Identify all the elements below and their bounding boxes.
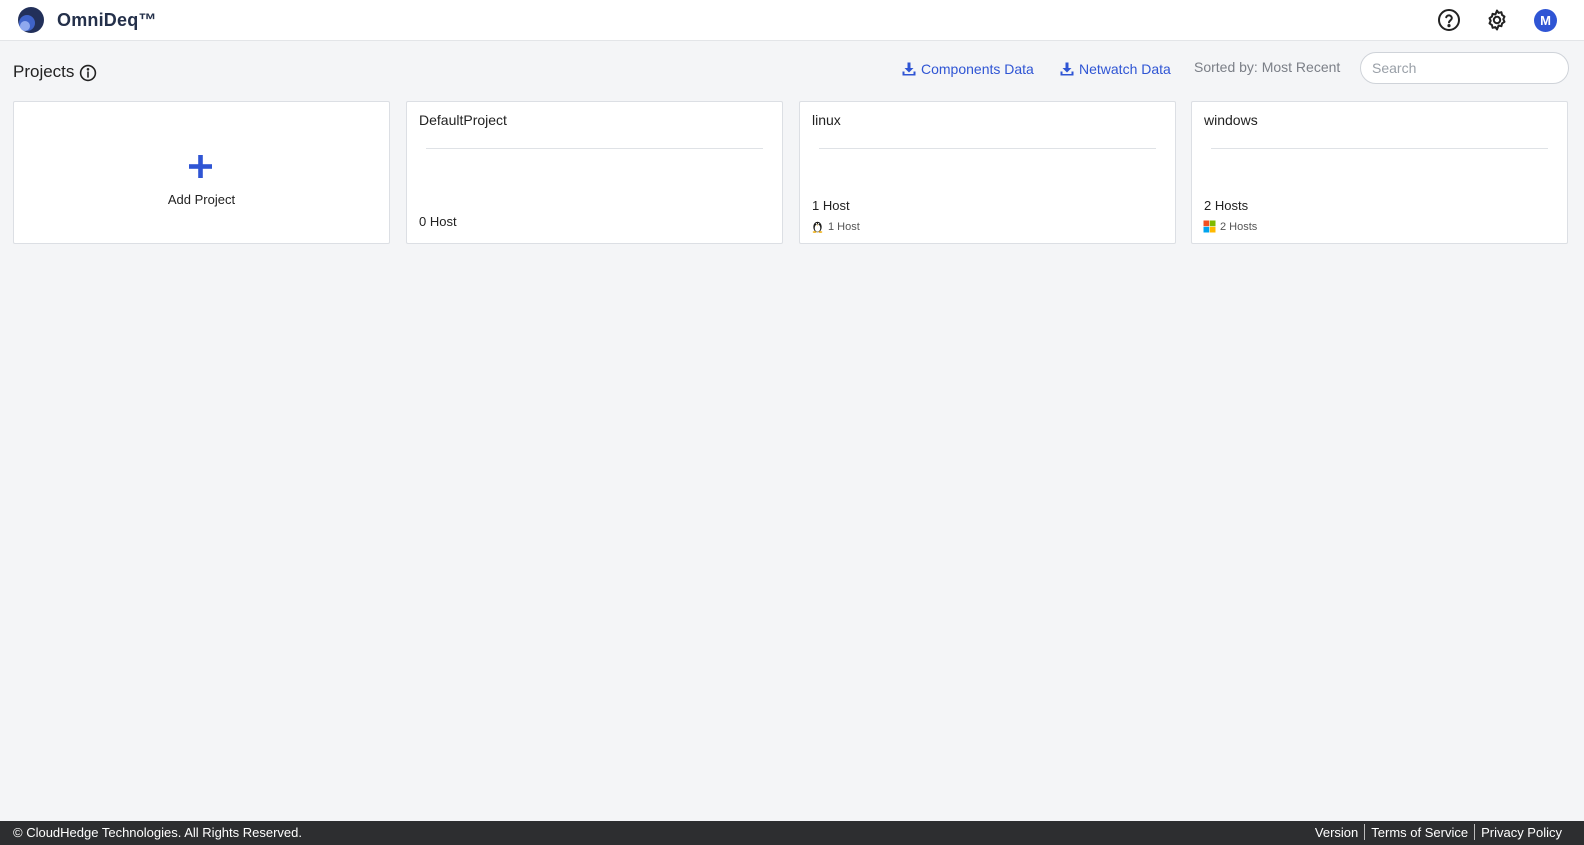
footer-links: Version Terms of Service Privacy Policy — [1309, 824, 1568, 840]
sort-selector[interactable]: Sorted by: Most Recent — [1194, 59, 1340, 75]
gear-icon[interactable] — [1485, 8, 1509, 32]
page-title: Projects — [13, 62, 75, 81]
plus-icon — [189, 155, 212, 178]
omnideq-logo-icon[interactable] — [17, 6, 45, 34]
card-divider — [426, 148, 763, 149]
os-host-row: 1 Host — [811, 220, 860, 233]
search-input[interactable] — [1360, 52, 1569, 84]
netwatch-data-label: Netwatch Data — [1079, 61, 1171, 77]
os-host-row: 2 Hosts — [1203, 220, 1257, 233]
download-icon — [902, 62, 916, 76]
host-count: 2 Hosts — [1204, 198, 1249, 213]
project-card-windows[interactable]: windows 2 Hosts 2 Hosts — [1191, 101, 1568, 244]
host-count: 1 Host — [812, 198, 850, 213]
netwatch-data-download-link[interactable]: Netwatch Data — [1060, 60, 1171, 78]
add-project-label: Add Project — [167, 192, 236, 207]
download-icon — [1060, 62, 1074, 76]
project-name: windows — [1204, 112, 1258, 128]
terms-of-service-link[interactable]: Terms of Service — [1365, 825, 1474, 840]
os-host-label: 2 Hosts — [1220, 220, 1258, 233]
components-data-label: Components Data — [921, 61, 1034, 77]
copyright-text: © CloudHedge Technologies. All Rights Re… — [13, 825, 303, 840]
help-circle-icon[interactable] — [1437, 8, 1461, 32]
footer: © CloudHedge Technologies. All Rights Re… — [0, 821, 1584, 845]
components-data-download-link[interactable]: Components Data — [902, 60, 1034, 78]
windows-icon — [1203, 220, 1216, 233]
card-divider — [1211, 148, 1548, 149]
brand-name[interactable]: OmniDeq™ — [57, 10, 157, 31]
card-divider — [819, 148, 1156, 149]
add-project-card[interactable]: Add Project — [13, 101, 390, 244]
user-avatar[interactable]: M — [1534, 9, 1557, 32]
privacy-policy-link[interactable]: Privacy Policy — [1475, 825, 1568, 840]
host-count: 0 Host — [419, 214, 457, 229]
os-host-label: 1 Host — [828, 220, 860, 233]
linux-icon — [812, 221, 823, 233]
project-name: DefaultProject — [419, 112, 507, 128]
project-card-defaultproject[interactable]: DefaultProject 0 Host — [406, 101, 783, 244]
project-card-linux[interactable]: linux 1 Host 1 Host — [799, 101, 1176, 244]
info-icon[interactable] — [79, 64, 97, 82]
top-bar: OmniDeq™ M — [0, 0, 1584, 41]
project-name: linux — [812, 112, 841, 128]
version-link[interactable]: Version — [1309, 825, 1364, 840]
